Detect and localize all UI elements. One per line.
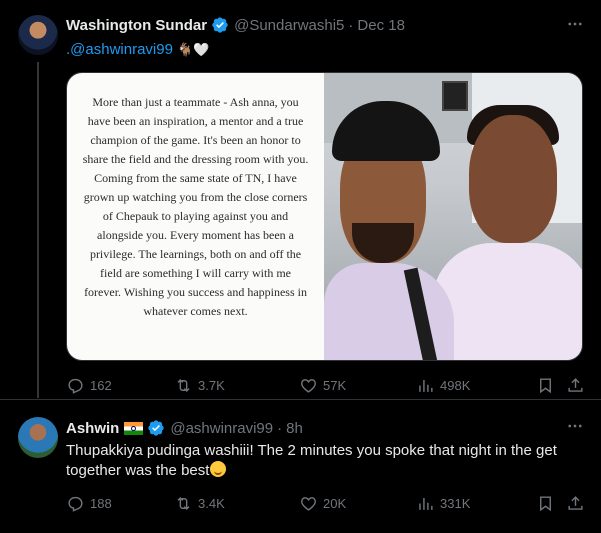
bookmark-button[interactable]	[536, 493, 555, 513]
reply-button[interactable]: 188	[66, 493, 112, 513]
like-count: 20K	[323, 495, 347, 511]
separator-dot: ·	[348, 16, 354, 34]
photo-two-players[interactable]	[324, 73, 582, 360]
repost-count: 3.7K	[198, 377, 225, 393]
tweet-sundar[interactable]: Washington Sundar @Sundarwashi5 · Dec 18…	[0, 0, 601, 400]
hugging-face-emoji-icon	[210, 461, 227, 477]
share-button[interactable]	[566, 493, 585, 513]
views-count: 498K	[440, 377, 471, 393]
author-handle[interactable]: @Sundarwashi5	[234, 17, 344, 34]
tweet-text: .@ashwinravi99 🐐🤍	[66, 40, 210, 60]
thread-connector-line	[37, 62, 39, 398]
avatar[interactable]	[18, 15, 58, 55]
india-flag-icon	[124, 421, 144, 435]
reply-icon	[68, 496, 83, 512]
verified-badge-icon	[212, 17, 228, 33]
photo-person-left-shirt	[324, 263, 455, 360]
repost-button[interactable]: 3.7K	[174, 375, 225, 395]
views-button[interactable]: 331K	[416, 493, 470, 513]
timestamp[interactable]: Dec 18	[357, 17, 405, 34]
like-button[interactable]: 20K	[299, 493, 346, 513]
repost-button[interactable]: 3.4K	[174, 493, 225, 513]
reply-count: 162	[90, 377, 112, 393]
like-count: 57K	[323, 377, 347, 393]
verified-badge-icon	[148, 420, 165, 436]
repost-count: 3.4K	[198, 495, 225, 511]
repost-icon	[177, 378, 190, 392]
mention-link[interactable]: .@ashwinravi99	[66, 41, 173, 58]
more-icon[interactable]	[565, 417, 585, 437]
image-note-text[interactable]: More than just a teammate - Ash anna, yo…	[67, 73, 325, 360]
tweet-media[interactable]: More than just a teammate - Ash anna, yo…	[66, 72, 583, 361]
reply-count: 188	[90, 495, 112, 511]
views-button[interactable]: 498K	[416, 375, 470, 395]
reply-button[interactable]: 162	[66, 375, 112, 395]
photo-person-right-face	[469, 115, 558, 243]
tweet-text: Thupakkiya pudinga washiii! The 2 minute…	[66, 441, 586, 481]
photo-person-right-shirt	[432, 243, 582, 360]
tweet-header: Washington Sundar @Sundarwashi5 · Dec 18	[66, 16, 405, 34]
like-button[interactable]: 57K	[299, 375, 346, 395]
views-count: 331K	[440, 495, 471, 511]
tweet-actions: 188 3.4K 20K 331K	[66, 492, 586, 514]
repost-icon	[177, 496, 190, 510]
share-icon	[568, 495, 583, 510]
author-name[interactable]: Ashwin	[66, 420, 119, 437]
author-name[interactable]: Washington Sundar	[66, 17, 207, 34]
photo-tv	[442, 81, 469, 111]
bookmark-icon	[540, 377, 551, 393]
more-icon[interactable]	[565, 15, 585, 35]
bookmark-button[interactable]	[536, 375, 555, 395]
heart-icon	[301, 378, 316, 393]
tweet-actions: 162 3.7K 57K 498K	[66, 374, 586, 396]
author-handle[interactable]: @ashwinravi99	[170, 420, 273, 437]
views-chart-icon	[419, 379, 433, 392]
tweet-header: Ashwin @ashwinravi99 · 8h	[66, 419, 303, 437]
goat-heart-emojis: 🐐🤍	[177, 42, 210, 57]
separator-dot: ·	[277, 419, 283, 437]
tweet-body: Thupakkiya pudinga washiii! The 2 minute…	[66, 442, 557, 479]
reply-icon	[68, 378, 83, 394]
share-button[interactable]	[566, 375, 585, 395]
heart-icon	[301, 496, 316, 511]
avatar[interactable]	[18, 418, 58, 458]
share-icon	[568, 377, 583, 392]
views-chart-icon	[419, 497, 433, 510]
timestamp[interactable]: 8h	[286, 420, 303, 437]
bookmark-icon	[540, 495, 551, 511]
